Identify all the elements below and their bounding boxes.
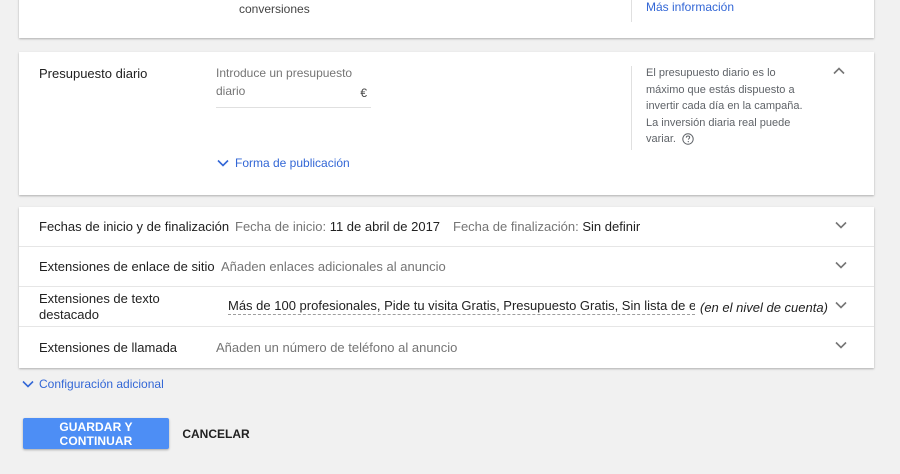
save-and-continue-button[interactable]: GUARDAR Y CONTINUAR [23,418,169,449]
divider [631,0,632,22]
end-date-value: Sin definir [582,219,641,234]
sitelink-extensions-row[interactable]: Extensiones de enlace de sitio Añaden en… [19,247,874,287]
budget-label: Presupuesto diario [39,66,148,81]
chevron-down-icon [217,159,229,167]
chevron-down-icon[interactable] [834,260,848,270]
sitelink-extensions-label: Extensiones de enlace de sitio [39,259,215,274]
start-date-value: 11 de abril de 2017 [329,219,441,234]
budget-help-copy: El presupuesto diario es lo máximo que e… [646,67,803,145]
additional-settings-label: Configuración adicional [39,377,164,391]
divider [631,66,632,150]
delivery-method-label: Forma de publicación [235,156,350,170]
sitelink-extensions-value: Añaden enlaces adicionales al anuncio [221,259,446,274]
daily-budget-input[interactable]: Introduce un presupuesto diario € [216,64,371,108]
callout-list[interactable]: Más de 100 profesionales, Pide tu visita… [228,298,695,315]
callout-extensions-row[interactable]: Extensiones de texto destacado Más de 10… [19,287,874,327]
chevron-down-icon [22,380,34,388]
currency-symbol: € [360,86,367,100]
chevron-down-icon[interactable] [834,300,848,310]
delivery-method-toggle[interactable]: Forma de publicación [217,156,350,170]
cancel-button[interactable]: CANCELAR [180,418,252,449]
bidding-card: conversiones Más información [19,0,874,38]
conversions-text: conversiones [239,2,310,16]
account-level-note: (en el nivel de cuenta) [700,300,828,315]
settings-list-card: Fechas de inicio y de finalización Fecha… [19,207,874,368]
daily-budget-placeholder: Introduce un presupuesto diario [216,66,353,98]
budget-card: Presupuesto diario Introduce un presupue… [19,52,874,195]
budget-help-text: El presupuesto diario es lo máximo que e… [646,65,816,148]
chevron-down-icon[interactable] [834,340,848,350]
callout-extensions-label: Extensiones de texto destacado [39,291,160,322]
call-extensions-label: Extensiones de llamada [39,339,178,355]
callout-extensions-value: Más de 100 profesionales, Pide tu visita… [228,298,828,315]
call-extensions-row[interactable]: Extensiones de llamada Añaden un número … [19,327,874,367]
dates-row[interactable]: Fechas de inicio y de finalización Fecha… [19,207,874,247]
more-info-link[interactable]: Más información [646,0,734,14]
chevron-down-icon[interactable] [834,220,848,230]
help-circle-icon[interactable] [682,133,694,145]
additional-settings-toggle[interactable]: Configuración adicional [22,377,164,391]
input-underline [216,107,371,108]
end-date: Fecha de finalización: Sin definir [453,219,641,234]
start-date: Fecha de inicio: 11 de abril de 2017 [235,219,441,234]
call-extensions-value: Añaden un número de teléfono al anuncio [216,339,458,355]
dates-label: Fechas de inicio y de finalización [39,219,230,234]
chevron-up-icon[interactable] [832,66,846,76]
